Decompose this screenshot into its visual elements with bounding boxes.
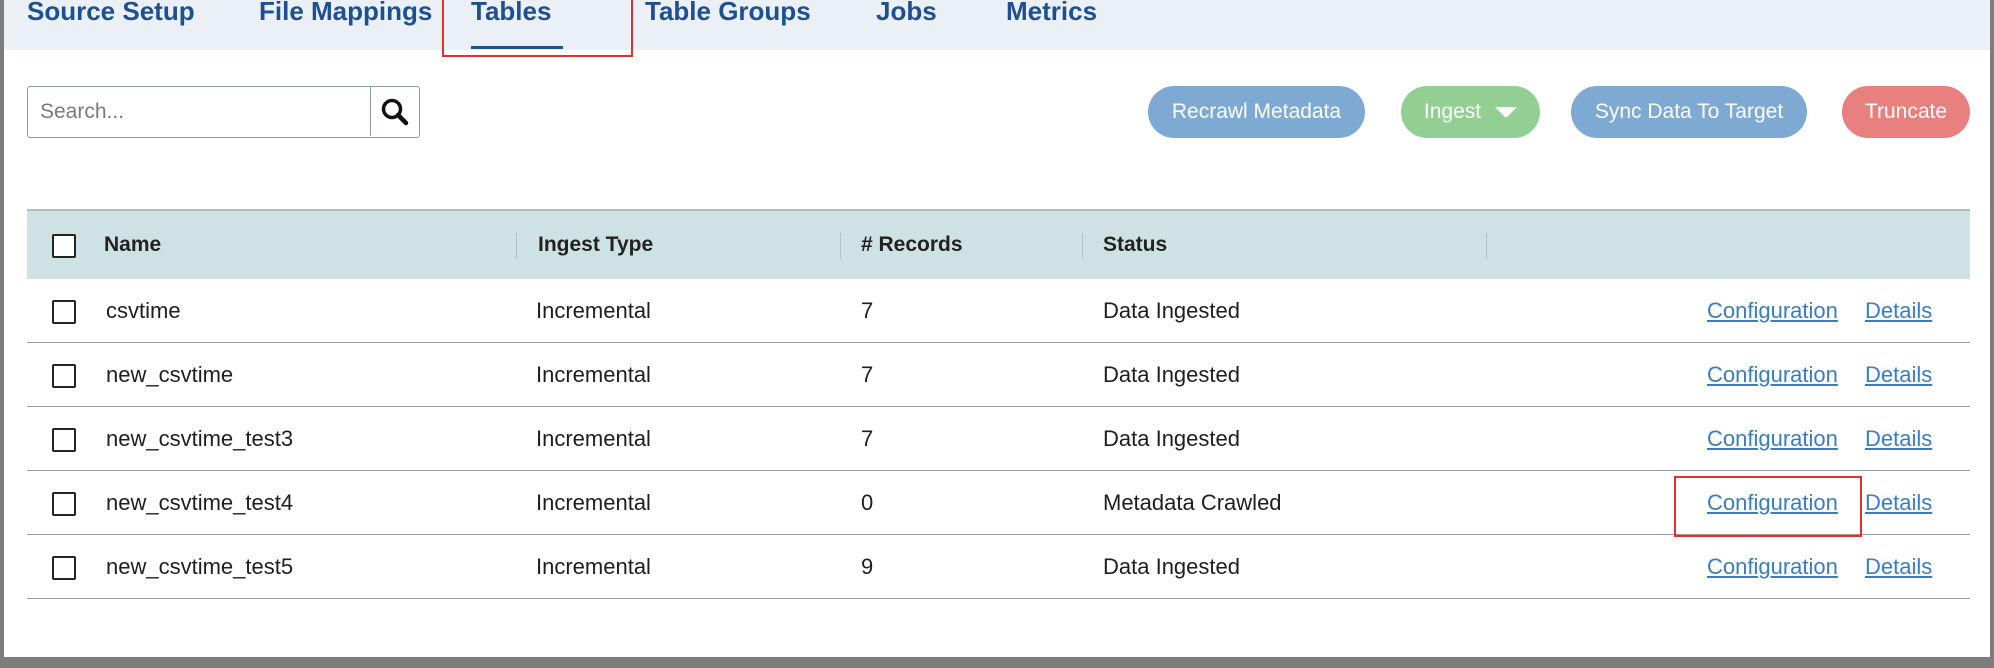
tab-jobs[interactable]: Jobs (876, 0, 937, 50)
table-row: new_csvtime Incremental 7 Data Ingested … (27, 343, 1970, 407)
row-checkbox[interactable] (52, 300, 76, 324)
details-link[interactable]: Details (1865, 535, 1932, 598)
cell-name: new_csvtime_test3 (106, 426, 294, 451)
cell-records: 7 (861, 426, 874, 451)
tab-file-mappings[interactable]: File Mappings (259, 0, 432, 50)
row-checkbox[interactable] (52, 364, 76, 388)
table-header: Name Ingest Type # Records Status (27, 209, 1970, 279)
cell-name: new_csvtime_test5 (106, 554, 294, 579)
column-header-records[interactable]: # Records (861, 211, 963, 279)
search-button[interactable] (370, 87, 419, 136)
column-divider (1486, 233, 1487, 259)
table-row: new_csvtime_test5 Incremental 9 Data Ing… (27, 535, 1970, 599)
ingest-dropdown-button[interactable]: Ingest (1401, 86, 1540, 138)
row-checkbox[interactable] (52, 556, 76, 580)
details-link[interactable]: Details (1865, 407, 1932, 470)
column-divider (516, 233, 517, 259)
cell-status: Data Ingested (1103, 362, 1240, 387)
sync-data-to-target-button[interactable]: Sync Data To Target (1571, 86, 1807, 138)
cell-name: new_csvtime_test4 (106, 490, 294, 515)
cell-status: Data Ingested (1103, 298, 1240, 323)
cell-ingest-type: Incremental (536, 490, 651, 515)
configuration-link[interactable]: Configuration (1707, 343, 1838, 406)
app-window: Source Setup File Mappings Tables Table … (4, 0, 1990, 657)
cell-records: 0 (861, 490, 874, 515)
select-all-checkbox[interactable] (52, 234, 76, 258)
tab-metrics[interactable]: Metrics (1006, 0, 1097, 50)
cell-records: 7 (861, 298, 874, 323)
cell-status: Metadata Crawled (1103, 490, 1282, 515)
configuration-link[interactable]: Configuration (1707, 407, 1838, 470)
cell-records: 9 (861, 554, 874, 579)
cell-name: csvtime (106, 298, 181, 323)
caret-down-icon (1495, 106, 1518, 118)
configuration-link[interactable]: Configuration (1707, 471, 1838, 534)
table-row: new_csvtime_test4 Incremental 0 Metadata… (27, 471, 1970, 537)
tab-tables[interactable]: Tables (471, 0, 563, 50)
configuration-link[interactable]: Configuration (1707, 535, 1838, 598)
cell-name: new_csvtime (106, 362, 234, 387)
details-link[interactable]: Details (1865, 343, 1932, 406)
cell-ingest-type: Incremental (536, 362, 651, 387)
tab-table-groups[interactable]: Table Groups (645, 0, 811, 50)
row-checkbox[interactable] (52, 428, 76, 452)
cell-records: 7 (861, 362, 874, 387)
details-link[interactable]: Details (1865, 471, 1932, 534)
details-link[interactable]: Details (1865, 279, 1932, 342)
tab-bar: Source Setup File Mappings Tables Table … (4, 0, 1990, 50)
column-header-name[interactable]: Name (104, 211, 161, 279)
truncate-button[interactable]: Truncate (1842, 86, 1970, 138)
cell-ingest-type: Incremental (536, 298, 651, 323)
column-header-status[interactable]: Status (1103, 211, 1167, 279)
column-divider (1082, 233, 1083, 259)
configuration-link[interactable]: Configuration (1707, 279, 1838, 342)
search-input[interactable] (28, 87, 370, 136)
table-row: csvtime Incremental 7 Data Ingested Conf… (27, 279, 1970, 343)
tables-table: Name Ingest Type # Records Status csvtim… (27, 209, 1970, 599)
column-header-ingest-type[interactable]: Ingest Type (538, 211, 653, 279)
table-row: new_csvtime_test3 Incremental 7 Data Ing… (27, 407, 1970, 471)
row-checkbox[interactable] (52, 492, 76, 516)
column-divider (840, 233, 841, 259)
tab-source-setup[interactable]: Source Setup (27, 0, 195, 50)
cell-status: Data Ingested (1103, 554, 1240, 579)
search-icon (381, 98, 409, 125)
cell-status: Data Ingested (1103, 426, 1240, 451)
search-box (27, 86, 420, 138)
cell-ingest-type: Incremental (536, 426, 651, 451)
recrawl-metadata-button[interactable]: Recrawl Metadata (1148, 86, 1365, 138)
cell-ingest-type: Incremental (536, 554, 651, 579)
